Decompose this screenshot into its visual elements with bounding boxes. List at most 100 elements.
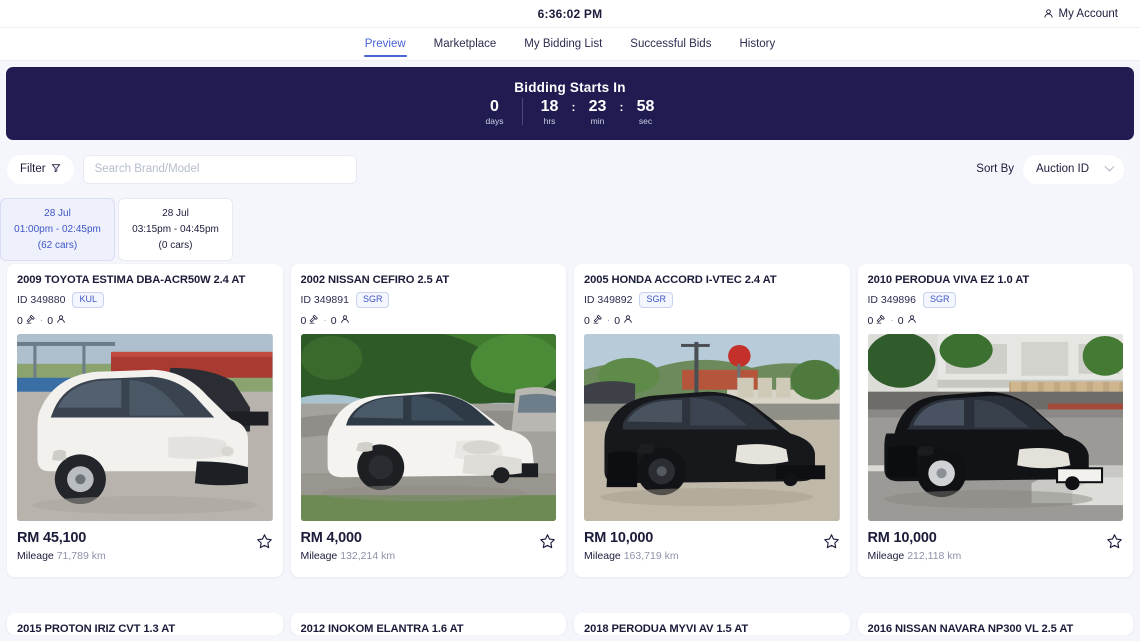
stat-separator: · <box>890 315 894 326</box>
card-stats: 0 · 0 <box>868 314 1124 327</box>
session-date: 28 Jul <box>162 208 189 219</box>
card-auction-id: ID 349880 <box>17 294 66 306</box>
filter-button[interactable]: Filter <box>7 154 74 184</box>
card-price-block: RM 10,000 Mileage 163,719 km <box>584 530 679 562</box>
card-mileage: Mileage 212,118 km <box>868 550 962 562</box>
live-clock: 6:36:02 PM <box>537 6 603 21</box>
session-date: 28 Jul <box>44 208 71 219</box>
card-photo[interactable] <box>584 334 840 521</box>
countdown-title: Bidding Starts In <box>514 80 626 95</box>
gavel-icon <box>26 314 36 327</box>
card-footer: RM 10,000 Mileage 212,118 km <box>868 530 1124 562</box>
funnel-icon <box>51 163 61 176</box>
stat-separator: · <box>323 315 327 326</box>
bid-count-value: 0 <box>300 314 307 327</box>
auction-card[interactable]: 2002 NISSAN CEFIRO 2.5 AT ID 349891 SGR … <box>290 264 566 577</box>
person-icon <box>56 314 66 327</box>
watcher-count-value: 0 <box>897 314 904 327</box>
card-title: 2018 PERODUA MYVI AV 1.5 AT <box>584 623 749 635</box>
card-title: 2002 NISSAN CEFIRO 2.5 AT <box>300 274 450 286</box>
countdown-minutes-value: 23 <box>588 98 607 115</box>
auction-card[interactable]: 2018 PERODUA MYVI AV 1.5 AT <box>574 613 850 635</box>
toolbar: Filter Sort By Auction ID <box>0 140 1140 198</box>
auction-card[interactable]: 2016 NISSAN NAVARA NP300 VL 2.5 AT <box>857 613 1133 635</box>
favorite-star-icon[interactable] <box>256 533 273 550</box>
countdown-seconds-value: 58 <box>636 98 655 115</box>
card-price: RM 4,000 <box>300 530 362 546</box>
watcher-count-value: 0 <box>47 314 54 327</box>
session-time: 03:15pm - 04:45pm <box>132 224 219 235</box>
sort-by-label: Sort By <box>976 163 1014 175</box>
gavel-icon <box>309 314 319 327</box>
session-tab-0[interactable]: 28 Jul 01:00pm - 02:45pm (62 cars) <box>0 198 115 261</box>
person-icon <box>1043 8 1054 19</box>
tab-history[interactable]: History <box>738 28 776 60</box>
countdown-days-value: 0 <box>490 98 499 115</box>
card-mileage-value: 163,719 km <box>623 550 679 562</box>
card-mileage-label: Mileage <box>867 550 905 562</box>
card-stats: 0 · 0 <box>301 314 557 327</box>
card-mileage-value: 132,214 km <box>340 550 396 562</box>
card-footer: RM 4,000 Mileage 132,214 km <box>301 530 557 562</box>
person-icon <box>340 314 350 327</box>
card-title: 2005 HONDA ACCORD I-VTEC 2.4 AT <box>584 274 777 286</box>
card-meta: ID 349892 SGR <box>584 292 840 308</box>
tab-my-bidding-list[interactable]: My Bidding List <box>523 28 603 60</box>
bid-count-value: 0 <box>17 314 23 327</box>
favorite-star-icon[interactable] <box>1106 533 1123 550</box>
search-input[interactable] <box>82 154 357 184</box>
gavel-icon <box>593 314 603 327</box>
card-auction-id: ID 349891 <box>300 294 349 306</box>
chevron-down-icon <box>1104 161 1115 172</box>
stat-separator: · <box>606 315 611 326</box>
bid-count: 0 <box>584 314 603 327</box>
card-mileage-label: Mileage <box>584 550 621 562</box>
card-stats: 0 · 0 <box>584 314 840 327</box>
card-price-block: RM 4,000 Mileage 132,214 km <box>301 530 396 562</box>
tab-preview[interactable]: Preview <box>363 28 407 60</box>
auction-card-grid-next-row: 2015 PROTON IRIZ CVT 1.3 AT 2012 INOKOM … <box>0 613 1140 635</box>
card-title: 2010 PERODUA VIVA EZ 1.0 AT <box>867 274 1030 286</box>
watcher-count-value: 0 <box>330 314 337 327</box>
tab-successful-bids[interactable]: Successful Bids <box>629 28 712 60</box>
auction-card[interactable]: 2009 TOYOTA ESTIMA DBA-ACR50W 2.4 AT ID … <box>7 264 283 577</box>
favorite-star-icon[interactable] <box>539 533 556 550</box>
card-meta: ID 349880 KUL <box>17 292 273 308</box>
bid-count-value: 0 <box>584 314 590 327</box>
session-tab-1[interactable]: 28 Jul 03:15pm - 04:45pm (0 cars) <box>118 198 233 261</box>
auction-card[interactable]: 2005 HONDA ACCORD I-VTEC 2.4 AT ID 34989… <box>574 264 850 577</box>
card-title: 2012 INOKOM ELANTRA 1.6 AT <box>300 623 464 635</box>
auction-card[interactable]: 2012 INOKOM ELANTRA 1.6 AT <box>290 613 566 635</box>
countdown-hours-label: hrs <box>543 116 556 126</box>
sort-select-value: Auction ID <box>1036 163 1090 175</box>
countdown-timer: 0 days 18 hrs : 23 min : 58 sec <box>474 98 667 127</box>
filter-label: Filter <box>20 163 46 175</box>
tab-marketplace[interactable]: Marketplace <box>433 28 498 60</box>
auction-card[interactable]: 2015 PROTON IRIZ CVT 1.3 AT <box>7 613 283 635</box>
card-photo[interactable] <box>867 334 1123 521</box>
card-mileage-value: 212,118 km <box>907 550 962 562</box>
card-auction-id: ID 349892 <box>584 294 633 306</box>
person-icon <box>907 314 917 327</box>
bid-count: 0 <box>17 314 36 327</box>
session-car-count: (0 cars) <box>158 240 193 251</box>
card-photo[interactable] <box>17 334 273 521</box>
countdown-seconds: 58 sec <box>625 98 667 127</box>
card-stats: 0 · 0 <box>17 314 273 327</box>
watcher-count: 0 <box>331 314 350 327</box>
card-price: RM 10,000 <box>584 530 654 546</box>
favorite-star-icon[interactable] <box>823 533 840 550</box>
sort-select[interactable]: Auction ID <box>1023 154 1124 184</box>
person-icon <box>623 314 633 327</box>
card-title: 2015 PROTON IRIZ CVT 1.3 AT <box>17 623 176 635</box>
card-title: 2016 NISSAN NAVARA NP300 VL 2.5 AT <box>867 623 1074 635</box>
bid-count: 0 <box>301 314 320 327</box>
my-account-button[interactable]: My Account <box>1043 0 1118 27</box>
card-price: RM 10,000 <box>867 530 937 546</box>
card-price-block: RM 45,100 Mileage 71,789 km <box>17 530 106 562</box>
card-footer: RM 10,000 Mileage 163,719 km <box>584 530 840 562</box>
card-photo[interactable] <box>300 334 556 521</box>
sort-control: Sort By Auction ID <box>976 154 1133 184</box>
auction-card[interactable]: 2010 PERODUA VIVA EZ 1.0 AT ID 349896 SG… <box>857 264 1133 577</box>
card-mileage: Mileage 132,214 km <box>301 550 396 562</box>
